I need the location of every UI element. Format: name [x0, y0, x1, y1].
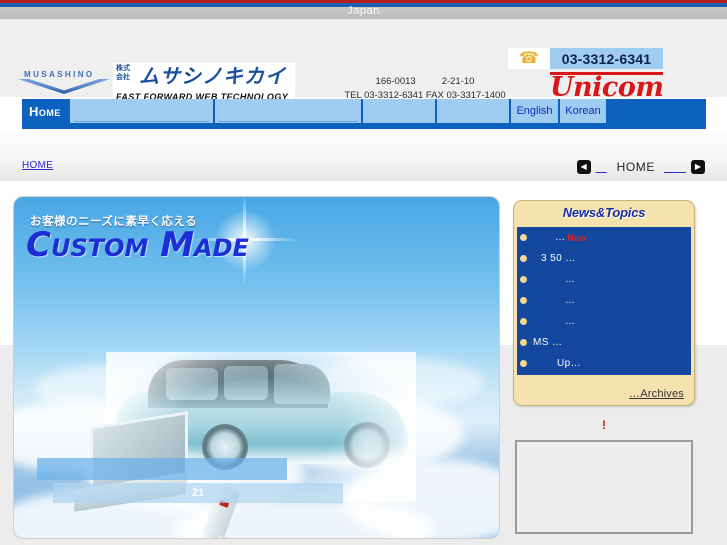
telephone-icon: ☎ [508, 48, 550, 69]
list-item[interactable]: Up… [517, 353, 691, 374]
street-address: 2-21-10 [441, 76, 475, 87]
company-wordmark-logo[interactable]: 株式 会社 ムサシノキカイ FAST FORWARD WEB TECHNOLOGY [112, 62, 296, 104]
list-item[interactable]: … [517, 269, 691, 290]
nav-tab-korean[interactable]: Korean [560, 99, 606, 123]
locale-label: Japan [347, 5, 380, 17]
pager-current-title: HOME [616, 160, 655, 174]
list-item[interactable]: MS … [517, 332, 691, 353]
musashino-logo[interactable]: MUSASHINO [18, 70, 110, 94]
pager-next-icon[interactable]: ▶ [691, 160, 705, 174]
news-item-text: … [555, 232, 566, 243]
nav-tab-4[interactable] [363, 99, 435, 123]
bullet-icon [520, 297, 527, 304]
breadcrumb-home-link[interactable]: HOME [22, 160, 53, 171]
news-topics-panel: News&Topics … New 3 50 … … … … MS … Up… … [513, 200, 695, 406]
new-badge: New [567, 232, 586, 243]
page-pager: ◀ ＿ HOME ＿＿ ▶ [576, 157, 705, 177]
news-item-text: … [565, 274, 576, 285]
news-topics-list: … New 3 50 … … … … MS … Up… [517, 227, 691, 375]
breadcrumb-bar: HOME ◀ ＿ HOME ＿＿ ▶ [0, 133, 727, 182]
nav-tab-2-underline [74, 121, 209, 122]
main-navigation: Home English Korean [22, 99, 706, 129]
hero-caption-bar-2: 21 [53, 483, 343, 503]
nav-tab-row: Home English Korean [22, 99, 706, 123]
news-topics-title: News&Topics [562, 205, 646, 220]
pager-prev-icon[interactable]: ◀ [576, 160, 591, 174]
bullet-icon [520, 318, 527, 325]
nav-tab-2[interactable] [70, 99, 213, 123]
musashino-logo-text: MUSASHINO [24, 70, 95, 79]
unicom-brand-block[interactable]: ☎ 03-3312-6341 Unicom [508, 48, 668, 104]
nav-tab-english-label: English [516, 105, 553, 117]
nav-tab-5[interactable] [437, 99, 509, 123]
nav-tab-3[interactable] [215, 99, 361, 123]
news-archives-link[interactable]: …Archives [629, 388, 684, 400]
company-prefix-label: 株式 会社 [116, 65, 130, 81]
nav-tab-home-label: Home [29, 103, 61, 119]
header-phone-number: 03-3312-6341 [550, 48, 663, 69]
nav-tab-korean-label: Korean [565, 105, 601, 117]
news-item-text: 3 50 … [541, 253, 576, 264]
notice-content-box[interactable] [515, 440, 693, 534]
bullet-icon [520, 234, 527, 241]
company-name-label: ムサシノキカイ [139, 64, 286, 88]
news-item-text: … [565, 295, 576, 306]
list-item[interactable]: 3 50 … [517, 248, 691, 269]
pager-prev-link[interactable]: ＿ [596, 159, 608, 175]
notice-alert-mark: ! [602, 418, 606, 432]
postal-code: 166-0013 [375, 76, 416, 87]
address-line: 166-0013 2-21-10 [330, 75, 520, 89]
hero-caption-bar-1 [37, 458, 287, 480]
chevron-icon [18, 79, 110, 94]
news-item-text: … [565, 316, 576, 327]
bullet-icon [520, 339, 527, 346]
bullet-icon [520, 360, 527, 367]
nav-tab-home[interactable]: Home [22, 99, 68, 123]
hero-title: Custom Made [26, 225, 249, 265]
hero-banner[interactable]: お客様のニーズに素早く応える Custom Made 21 [14, 197, 499, 538]
list-item[interactable]: … New [517, 227, 691, 248]
nav-tab-3-underline [219, 121, 357, 122]
locale-bar: Japan [0, 5, 727, 20]
list-item[interactable]: … [517, 311, 691, 332]
list-item[interactable]: … [517, 290, 691, 311]
news-item-text: Up… [557, 358, 581, 369]
site-header: MUSASHINO 株式 会社 ムサシノキカイ FAST FORWARD WEB … [0, 20, 727, 104]
bullet-icon [520, 255, 527, 262]
news-item-text: MS … [533, 337, 563, 348]
nav-tab-english[interactable]: English [511, 99, 558, 123]
pager-next-link[interactable]: ＿＿ [664, 159, 686, 175]
bullet-icon [520, 276, 527, 283]
